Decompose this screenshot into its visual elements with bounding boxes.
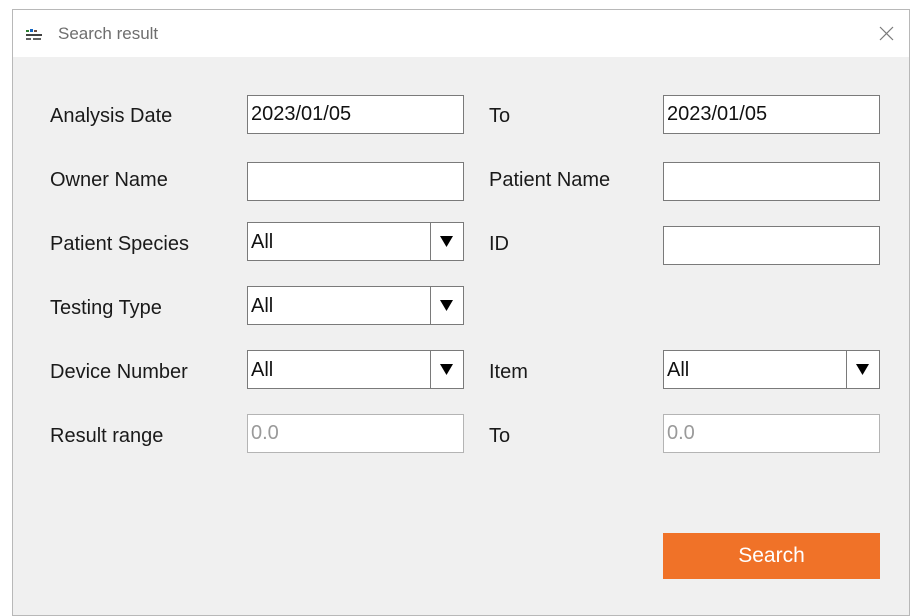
item-label: Item bbox=[489, 361, 528, 383]
analysis-date-to-input[interactable] bbox=[664, 96, 879, 133]
patient-species-value: All bbox=[251, 231, 274, 253]
dropdown-arrow[interactable] bbox=[846, 351, 879, 388]
item-value: All bbox=[667, 359, 690, 381]
search-result-dialog: Search result Analysis Date To Owner Nam… bbox=[12, 9, 910, 616]
result-range-from-field[interactable] bbox=[247, 414, 464, 453]
analysis-date-from-field[interactable] bbox=[247, 95, 464, 134]
triangle-down-icon bbox=[440, 300, 453, 311]
item-select[interactable]: All bbox=[663, 350, 880, 389]
patient-name-label: Patient Name bbox=[489, 169, 611, 191]
owner-name-input[interactable] bbox=[248, 163, 463, 200]
device-number-value: All bbox=[251, 359, 274, 381]
id-field[interactable] bbox=[663, 226, 880, 265]
dropdown-arrow[interactable] bbox=[430, 351, 463, 388]
triangle-down-icon bbox=[440, 364, 453, 375]
analysis-date-label: Analysis Date bbox=[50, 105, 173, 127]
device-number-select[interactable]: All bbox=[247, 350, 464, 389]
result-range-label: Result range bbox=[50, 425, 164, 447]
patient-species-label: Patient Species bbox=[50, 233, 189, 255]
result-range-from-input[interactable] bbox=[248, 415, 463, 452]
patient-species-select[interactable]: All bbox=[247, 222, 464, 261]
triangle-down-icon bbox=[856, 364, 869, 375]
device-number-label: Device Number bbox=[50, 361, 188, 383]
window-title: Search result bbox=[58, 24, 159, 43]
triangle-down-icon bbox=[440, 236, 453, 247]
patient-name-input[interactable] bbox=[664, 163, 879, 200]
search-button[interactable]: Search bbox=[663, 533, 880, 579]
id-label: ID bbox=[489, 233, 509, 255]
app-logo-icon bbox=[26, 28, 42, 40]
testing-type-label: Testing Type bbox=[50, 297, 162, 319]
dropdown-arrow[interactable] bbox=[430, 287, 463, 324]
id-input[interactable] bbox=[664, 227, 879, 264]
analysis-date-from-input[interactable] bbox=[248, 96, 463, 133]
patient-name-field[interactable] bbox=[663, 162, 880, 201]
testing-type-select[interactable]: All bbox=[247, 286, 464, 325]
dropdown-arrow[interactable] bbox=[430, 223, 463, 260]
close-button[interactable] bbox=[863, 10, 909, 57]
title-bar: Search result bbox=[13, 10, 909, 57]
analysis-date-to-label: To bbox=[489, 105, 511, 127]
result-range-to-field[interactable] bbox=[663, 414, 880, 453]
owner-name-field[interactable] bbox=[247, 162, 464, 201]
analysis-date-to-field[interactable] bbox=[663, 95, 880, 134]
result-range-to-input[interactable] bbox=[664, 415, 879, 452]
close-icon bbox=[879, 26, 894, 41]
result-range-to-label: To bbox=[489, 425, 511, 447]
owner-name-label: Owner Name bbox=[50, 169, 168, 191]
testing-type-value: All bbox=[251, 295, 274, 317]
